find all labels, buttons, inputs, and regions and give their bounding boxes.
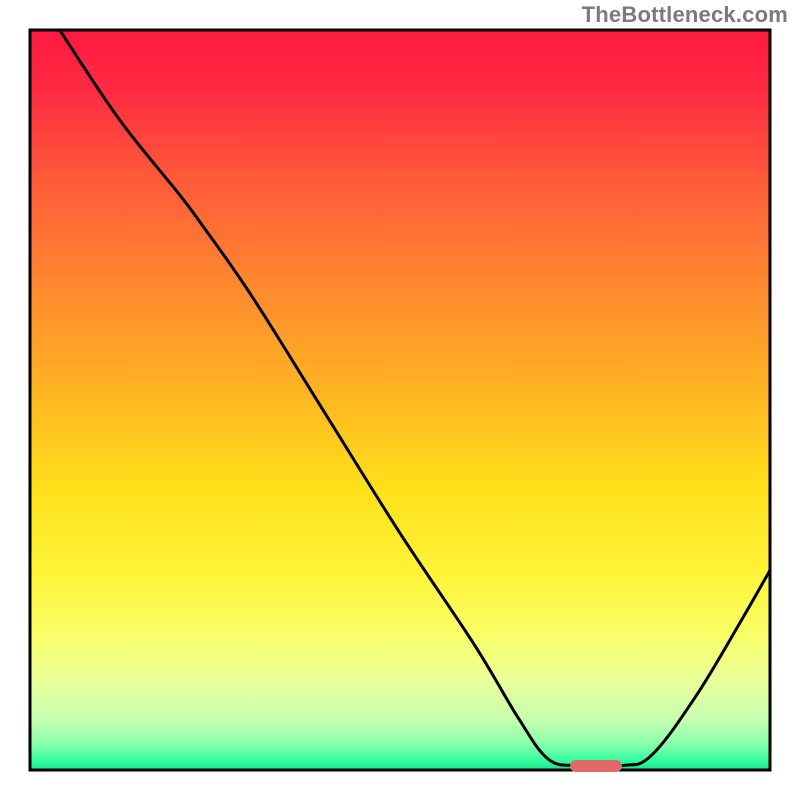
plot-background: [30, 30, 770, 770]
bottleneck-chart: [0, 0, 800, 800]
watermark-text: TheBottleneck.com: [582, 2, 788, 28]
optimal-range-marker: [570, 760, 622, 772]
chart-container: TheBottleneck.com: [0, 0, 800, 800]
